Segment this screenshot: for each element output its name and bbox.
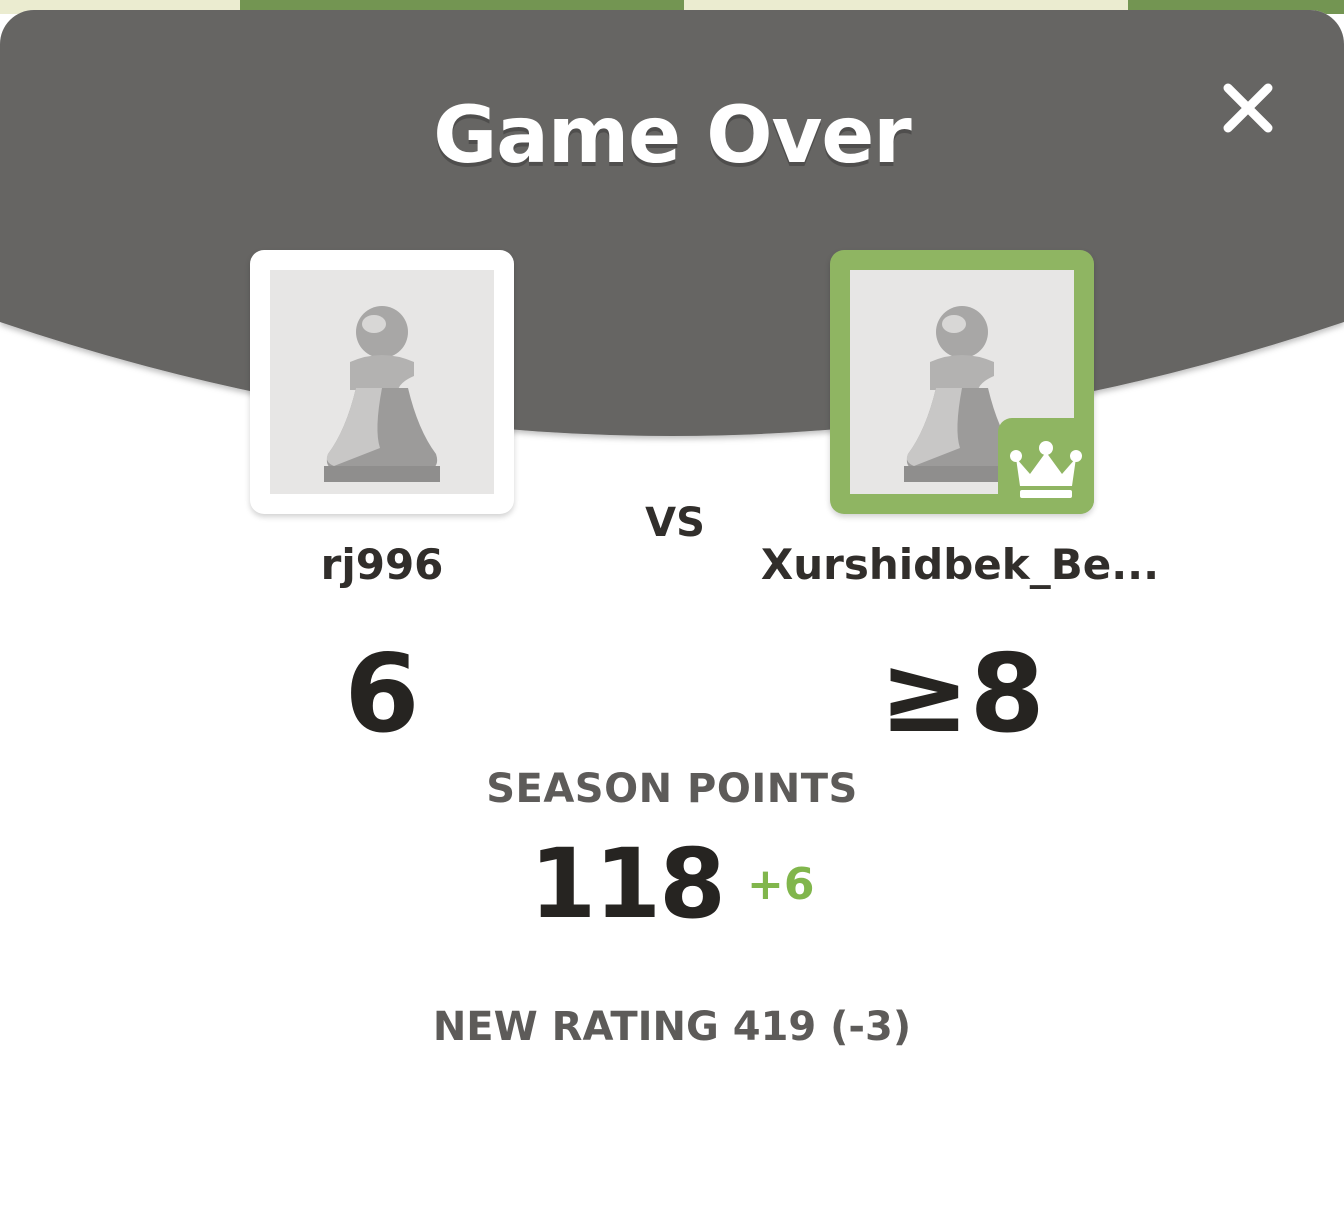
crown-icon	[1010, 441, 1082, 498]
player-name-left[interactable]: rj996	[230, 540, 534, 589]
player-avatar-left[interactable]	[250, 250, 514, 514]
modal-header-background	[0, 10, 1344, 450]
winner-badge	[998, 418, 1094, 514]
season-points-value: 118	[529, 828, 726, 940]
modal-title: Game Over	[433, 91, 912, 181]
player-name-right[interactable]: Xurshidbek_Be...	[740, 540, 1180, 589]
season-points-delta: +6	[747, 858, 815, 910]
pawn-icon	[324, 306, 440, 482]
new-rating-text: NEW RATING 419 (-3)	[432, 1004, 912, 1050]
close-icon	[1223, 83, 1273, 133]
versus-label: VS	[645, 500, 705, 546]
player-score-right: ≥8	[879, 632, 1045, 757]
player-score-left: 6	[344, 632, 420, 757]
season-points-row: 118 +6	[0, 828, 1344, 940]
season-points-label: SEASON POINTS	[486, 766, 858, 812]
avatar-placeholder	[270, 270, 494, 494]
close-button[interactable]	[1212, 72, 1284, 144]
game-over-modal: Game Over VS rj996 Xurshidbek_Be... 6 ≥8…	[0, 10, 1344, 1208]
